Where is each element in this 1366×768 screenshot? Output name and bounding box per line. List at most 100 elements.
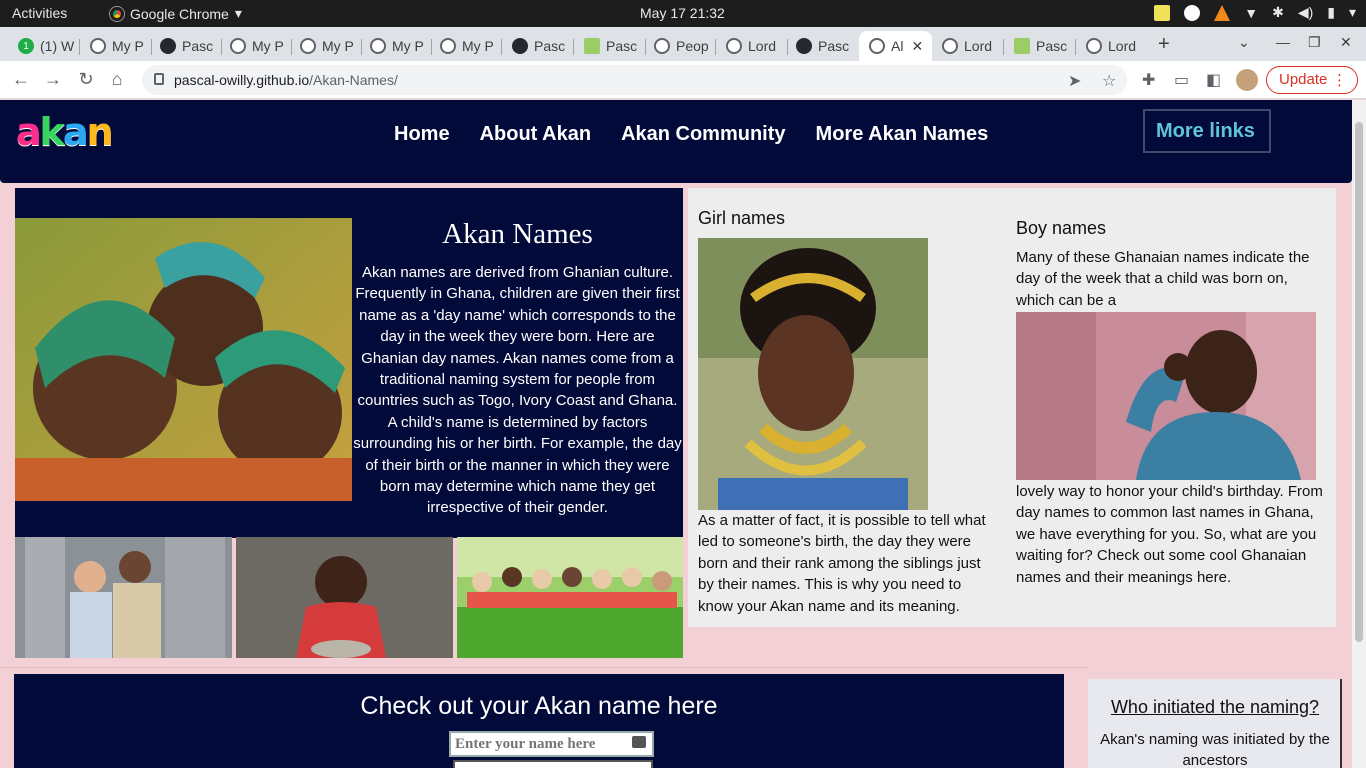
extensions-icon[interactable]: ✚	[1142, 70, 1155, 90]
tab[interactable]: Pasc	[786, 31, 858, 61]
tab-label: My P	[392, 38, 424, 54]
star-icon[interactable]: ☆	[1102, 71, 1116, 91]
github-icon	[796, 38, 812, 54]
boy-photo	[1016, 312, 1316, 480]
nav-home[interactable]: Home	[394, 123, 450, 146]
hero-section: Akan Names Akan names are derived from G…	[15, 188, 683, 538]
hero-title: Akan Names	[442, 218, 593, 250]
home-icon[interactable]: ⌂	[106, 69, 128, 90]
tab[interactable]: My P	[290, 31, 362, 61]
wifi-icon[interactable]: ▼	[1244, 5, 1258, 21]
children-photo	[15, 218, 352, 501]
akan-logo[interactable]: akan	[16, 110, 114, 154]
github-icon	[512, 38, 528, 54]
globe-icon	[654, 38, 670, 54]
skype-icon[interactable]	[1184, 4, 1201, 21]
check-name-title: Check out your Akan name here	[360, 692, 718, 720]
globe-icon	[90, 38, 106, 54]
tab-label: Pasc	[182, 38, 214, 54]
url-text[interactable]: pascal-owilly.github.io/Akan-Names/	[174, 72, 398, 88]
scrollbar-thumb[interactable]	[1355, 122, 1363, 642]
nav-akan-community[interactable]: Akan Community	[621, 123, 785, 146]
new-tab-button[interactable]: +	[1158, 33, 1170, 56]
browser-toolbar: ← → ↻ ⌂ pascal-owilly.github.io/Akan-Nam…	[0, 61, 1366, 99]
tab[interactable]: 1 (1) W	[8, 31, 80, 61]
green-square-icon	[1014, 38, 1030, 54]
tab-label: My P	[112, 38, 144, 54]
cast-icon[interactable]: ▭	[1174, 70, 1189, 90]
tab-label: My P	[462, 38, 494, 54]
tab[interactable]: My P	[430, 31, 502, 61]
tab-label: Al	[891, 38, 904, 54]
minimize-icon[interactable]: —	[1276, 34, 1290, 50]
tab[interactable]: Lord	[716, 31, 788, 61]
app-menu[interactable]: Google Chrome ▾	[110, 5, 242, 22]
tab[interactable]: Pasc	[502, 31, 574, 61]
nav-about-akan[interactable]: About Akan	[480, 123, 591, 146]
chevron-down-icon: ▾	[234, 5, 242, 21]
battery-icon[interactable]: ▮	[1327, 4, 1335, 21]
green-square-icon	[584, 38, 600, 54]
who-initiated-title[interactable]: Who initiated the naming?	[1088, 697, 1342, 718]
tab[interactable]: My P	[360, 31, 432, 61]
tab[interactable]: My P	[80, 31, 152, 61]
volume-icon[interactable]: ◀)	[1298, 4, 1313, 21]
section-divider	[0, 667, 1088, 668]
tab-label: (1) W	[40, 38, 75, 54]
more-links-button[interactable]: More links	[1143, 109, 1271, 153]
chrome-icon	[110, 6, 124, 21]
tab-label: Pasc	[534, 38, 566, 54]
nav-more-akan-names[interactable]: More Akan Names	[816, 123, 989, 146]
forward-icon[interactable]: →	[42, 69, 64, 90]
globe-icon	[942, 38, 958, 54]
who-initiated-panel: Who initiated the naming? Akan's naming …	[1088, 679, 1342, 768]
girl-photo	[698, 238, 928, 510]
send-icon[interactable]: ➤	[1068, 71, 1081, 91]
tab-label: Pasc	[1036, 38, 1068, 54]
notes-icon[interactable]	[1154, 4, 1171, 21]
tab[interactable]: Peop	[644, 31, 716, 61]
lock-icon[interactable]	[154, 73, 164, 85]
main-nav: Home About Akan Akan Community More Akan…	[394, 123, 988, 146]
system-tray[interactable]: ▼ ✱ ◀) ▮ ▾	[1154, 4, 1356, 21]
page-scrollbar[interactable]	[1352, 100, 1366, 768]
autofill-icon[interactable]	[632, 736, 646, 748]
tab[interactable]: Lord	[1076, 31, 1148, 61]
tab[interactable]: Pasc	[1004, 31, 1076, 61]
close-window-icon[interactable]: ✕	[1340, 34, 1352, 51]
tab-label: Peop	[676, 38, 709, 54]
back-icon[interactable]: ←	[10, 69, 32, 90]
page-viewport: akan Home About Akan Akan Community More…	[0, 100, 1352, 768]
tab-strip: 1 (1) W My P Pasc My P My P My P My P Pa…	[0, 27, 1366, 61]
bluetooth-icon[interactable]: ✱	[1272, 4, 1284, 21]
update-button[interactable]: Update ⋮	[1266, 66, 1358, 94]
girl-names-title: Girl names	[698, 208, 786, 228]
tab[interactable]: Lord	[932, 31, 1004, 61]
tab-label: Lord	[964, 38, 993, 54]
activities-button[interactable]: Activities	[12, 5, 67, 21]
tab[interactable]: Pasc	[150, 31, 222, 61]
children-on-grass-photo	[457, 537, 683, 658]
tab-search-icon[interactable]: ⌄	[1238, 34, 1250, 51]
submit-button[interactable]	[453, 760, 653, 768]
chevron-down-icon[interactable]: ▾	[1349, 4, 1356, 21]
address-bar[interactable]: pascal-owilly.github.io/Akan-Names/ ➤ ☆	[142, 65, 1127, 95]
clock[interactable]: May 17 21:32	[640, 5, 725, 21]
tab[interactable]: My P	[220, 31, 292, 61]
vlc-icon[interactable]	[1214, 4, 1231, 21]
tab[interactable]: Pasc	[574, 31, 646, 61]
who-initiated-text: Akan's naming was initiated by the ances…	[1100, 731, 1330, 768]
tab-active[interactable]: Al ✕	[859, 31, 932, 61]
globe-icon	[300, 38, 316, 54]
photo-strip	[15, 537, 683, 658]
system-top-bar: Activities Google Chrome ▾ May 17 21:32 …	[0, 0, 1366, 27]
name-input[interactable]	[449, 731, 654, 757]
globe-icon	[726, 38, 742, 54]
boy-names-text-intro: Many of these Ghanaian names indicate th…	[1016, 249, 1310, 309]
avatar[interactable]	[1236, 69, 1258, 91]
side-panel-icon[interactable]: ◧	[1206, 70, 1221, 90]
check-name-section: Check out your Akan name here	[14, 674, 1064, 768]
close-icon[interactable]: ✕	[911, 38, 923, 55]
restore-icon[interactable]: ❐	[1308, 34, 1321, 51]
reload-icon[interactable]: ↻	[75, 69, 97, 90]
